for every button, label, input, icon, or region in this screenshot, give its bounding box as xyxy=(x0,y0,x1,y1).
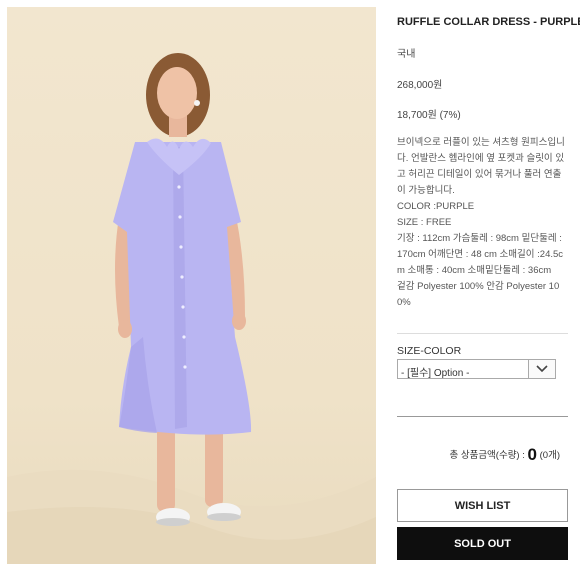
chevron-down-icon[interactable] xyxy=(528,359,556,379)
description-size: SIZE : FREE xyxy=(397,217,452,228)
product-description: 브이넥으로 러플이 있는 셔츠형 원피스입니다. 언발란스 헴라인에 옆 포켓과… xyxy=(397,135,569,311)
total-qty: (0개) xyxy=(539,450,560,461)
option-label: SIZE-COLOR xyxy=(397,345,462,357)
divider xyxy=(397,416,568,417)
total-label: 총 상품금액(수량) : xyxy=(449,450,528,461)
product-title: RUFFLE COLLAR DRESS - PURPLE xyxy=(397,16,580,28)
total-amount: 0 xyxy=(527,445,537,464)
total-price: 총 상품금액(수량) : 0 (0개) xyxy=(449,445,560,465)
model-photo xyxy=(7,53,376,564)
description-measurements: 기장 : 112cm 가슴둘레 : 98cm 밑단둘레 : 170cm 어깨단면… xyxy=(397,233,564,276)
divider xyxy=(397,333,568,334)
description-text: 브이넥으로 러플이 있는 셔츠형 원피스입니다. 언발란스 헴라인에 옆 포켓과… xyxy=(397,137,565,196)
option-select-value: - [필수] Option - xyxy=(401,368,470,379)
product-origin: 국내 xyxy=(397,49,416,60)
option-select[interactable]: - [필수] Option - xyxy=(397,359,556,379)
sold-out-button[interactable]: SOLD OUT xyxy=(397,527,568,560)
description-color: COLOR :PURPLE xyxy=(397,201,475,212)
product-discount: 18,700원 (7%) xyxy=(397,110,461,121)
product-image xyxy=(7,7,376,564)
product-price: 268,000원 xyxy=(397,80,443,91)
description-material: 겉감 Polyester 100% 안감 Polyester 100% xyxy=(397,281,560,308)
wish-list-button[interactable]: WISH LIST xyxy=(397,489,568,522)
